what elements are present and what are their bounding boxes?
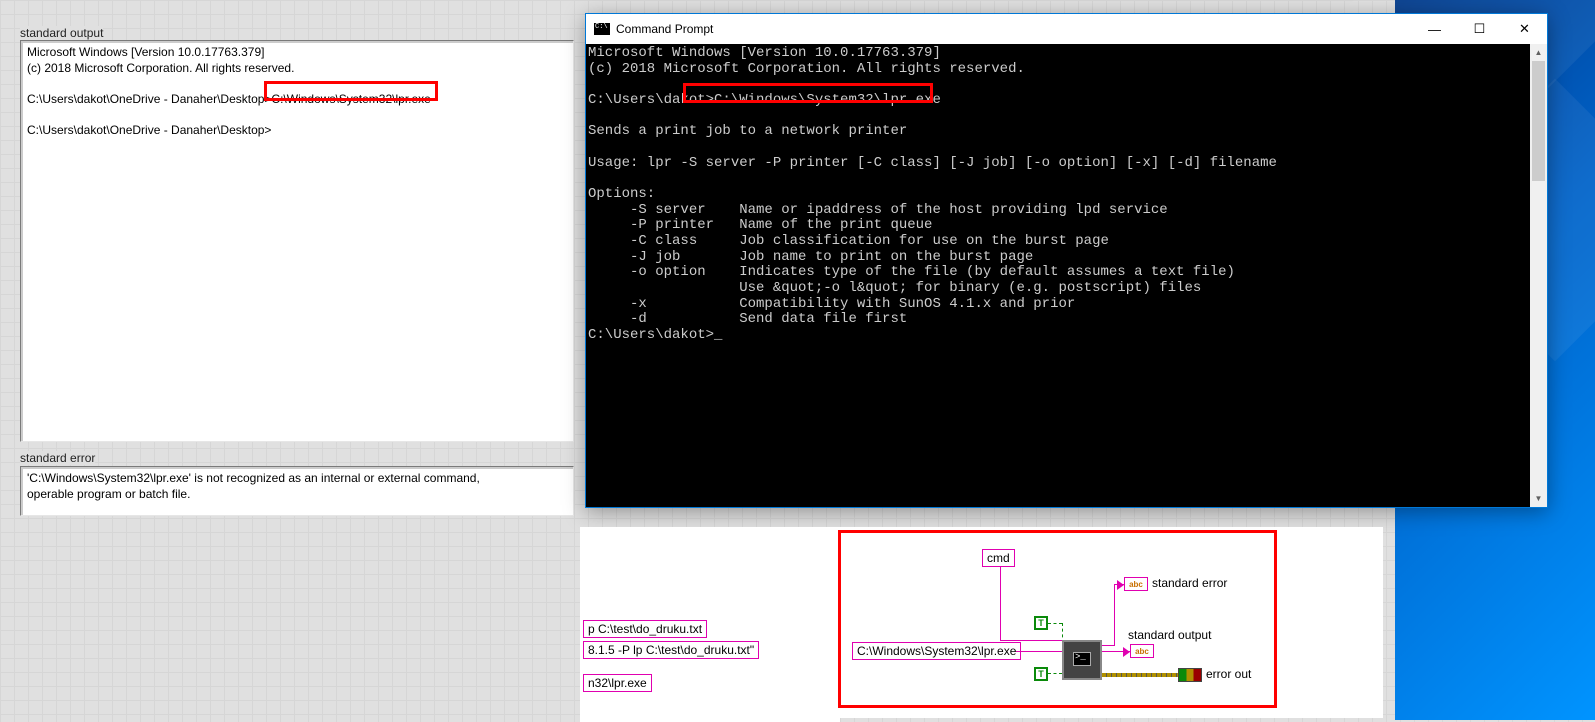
wire xyxy=(1000,640,1062,641)
error-wire xyxy=(1102,673,1178,677)
cmd-icon xyxy=(594,23,610,35)
string-const-crop-3: n32\lpr.exe xyxy=(583,674,652,692)
wire xyxy=(1000,566,1001,640)
annotation-redbox-bd xyxy=(838,530,1277,708)
stdout-label-bd: standard output xyxy=(1128,628,1211,642)
maximize-button[interactable]: ☐ xyxy=(1457,14,1502,44)
stderr-label: standard error xyxy=(20,451,95,465)
string-const-crop-2: 8.1.5 -P lp C:\test\do_druku.txt" xyxy=(583,641,759,659)
minimize-button[interactable]: — xyxy=(1412,14,1457,44)
error-out-label: error out xyxy=(1206,667,1251,681)
cmd-title-text: Command Prompt xyxy=(616,22,1412,36)
scroll-down-icon[interactable]: ▼ xyxy=(1530,490,1547,507)
close-button[interactable]: ✕ xyxy=(1502,14,1547,44)
wire xyxy=(1102,645,1114,646)
cmd-scrollbar[interactable]: ▲ ▼ xyxy=(1530,44,1547,507)
wire xyxy=(1016,651,1062,652)
string-const-path: C:\Windows\System32\lpr.exe xyxy=(852,642,1021,660)
scroll-up-icon[interactable]: ▲ xyxy=(1530,44,1547,61)
stdout-indicator[interactable]: Microsoft Windows [Version 10.0.17763.37… xyxy=(20,40,574,442)
terminal-icon xyxy=(1073,652,1091,666)
stderr-label-bd: standard error xyxy=(1152,576,1227,590)
wire xyxy=(1048,673,1062,674)
stderr-indicator[interactable]: 'C:\Windows\System32\lpr.exe' is not rec… xyxy=(20,466,574,516)
cmd-titlebar[interactable]: Command Prompt — ☐ ✕ xyxy=(586,14,1547,44)
system-exec-node[interactable] xyxy=(1062,640,1102,680)
cmd-body-text[interactable]: Microsoft Windows [Version 10.0.17763.37… xyxy=(586,44,1547,507)
stderr-indicator-bd: abc xyxy=(1124,577,1148,591)
scroll-thumb[interactable] xyxy=(1532,61,1545,181)
bool-true-1: T xyxy=(1034,616,1048,630)
cmd-label-box: cmd xyxy=(982,549,1015,567)
stdout-indicator-bd: abc xyxy=(1130,644,1154,658)
string-const-crop-1: p C:\test\do_druku.txt xyxy=(583,620,707,638)
command-prompt-window[interactable]: Command Prompt — ☐ ✕ Microsoft Windows [… xyxy=(585,13,1548,508)
error-out-indicator xyxy=(1178,668,1202,682)
stdout-label: standard output xyxy=(20,26,103,40)
bool-true-2: T xyxy=(1034,667,1048,681)
wire xyxy=(1048,623,1062,624)
wire xyxy=(1114,584,1115,646)
